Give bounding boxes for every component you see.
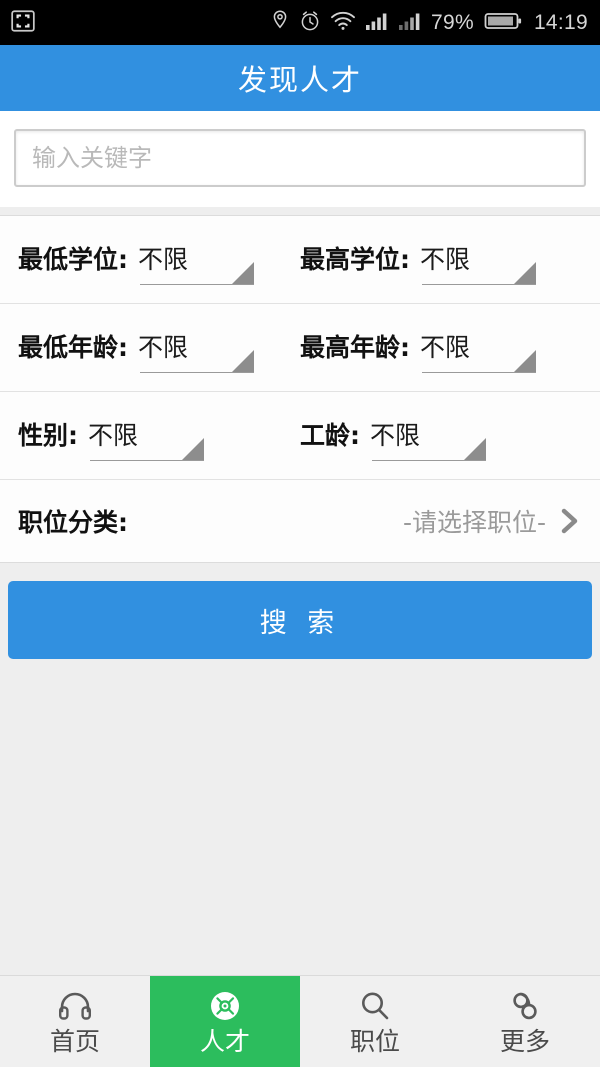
- search-input[interactable]: [14, 129, 586, 187]
- nav-label: 首页: [49, 1027, 100, 1056]
- page-title: 发现人才: [237, 63, 362, 97]
- status-bar-left: [10, 8, 36, 38]
- location-pin-icon: [270, 9, 290, 37]
- filter-row: 最低年龄: 不限 最高年龄: 不限: [0, 304, 600, 392]
- triangle-down-icon: [232, 349, 254, 372]
- select-underline: [140, 283, 254, 285]
- search-button-wrap: 搜 索: [0, 563, 600, 659]
- filter-label: 最低学位:: [18, 244, 128, 274]
- filter-label: 职位分类:: [18, 508, 128, 537]
- filter-row: 性别: 不限 工龄: 不限: [0, 392, 600, 480]
- more-infinity-icon: [508, 989, 542, 1023]
- select-underline: [140, 371, 254, 373]
- max-degree-select[interactable]: 不限: [420, 240, 536, 285]
- empty-results-area: [0, 659, 600, 975]
- filter-min-degree[interactable]: 最低学位: 不限: [18, 240, 300, 285]
- screenshot-capture-icon: [10, 8, 36, 38]
- nav-item-talent[interactable]: 人才: [150, 976, 300, 1067]
- chevron-right-icon: [556, 505, 582, 537]
- filter-card: 最低学位: 不限 最高学位: 不限 最低年龄: 不限 最高年龄: 不限 性别: …: [0, 215, 600, 563]
- triangle-down-icon: [232, 261, 254, 284]
- status-bar: 79% 14:19: [0, 0, 600, 45]
- battery-percent-label: 79%: [431, 11, 474, 34]
- triangle-down-icon: [464, 437, 486, 460]
- filter-row: 最低学位: 不限 最高学位: 不限: [0, 216, 600, 304]
- filter-label: 最低年龄:: [18, 332, 128, 362]
- clock-label: 14:19: [533, 11, 588, 34]
- main-content: 最低学位: 不限 最高学位: 不限 最低年龄:: [0, 111, 600, 975]
- filter-max-degree[interactable]: 最高学位: 不限: [300, 240, 582, 285]
- filter-work-years[interactable]: 工龄: 不限: [300, 416, 582, 461]
- search-panel: [0, 111, 600, 207]
- app-header: 发现人才: [0, 45, 600, 111]
- filter-max-age[interactable]: 最高年龄: 不限: [300, 328, 582, 373]
- nav-item-jobs[interactable]: 职位: [300, 976, 450, 1067]
- filter-label: 最高学位:: [300, 244, 410, 274]
- filter-job-category[interactable]: 职位分类: -请选择职位-: [0, 480, 600, 562]
- triangle-down-icon: [514, 261, 536, 284]
- signal-bars-sim2-icon: [398, 10, 422, 36]
- alarm-clock-icon: [299, 9, 321, 37]
- max-age-select[interactable]: 不限: [420, 328, 536, 373]
- status-bar-right: 79% 14:19: [270, 9, 588, 37]
- min-degree-select[interactable]: 不限: [138, 240, 254, 285]
- min-age-select[interactable]: 不限: [138, 328, 254, 373]
- select-underline: [422, 371, 536, 373]
- bottom-navigation: 首页 人才 职位 更多: [0, 975, 600, 1067]
- nav-label: 更多: [499, 1027, 550, 1056]
- filter-label: 最高年龄:: [300, 332, 410, 362]
- select-underline: [372, 459, 486, 461]
- talent-disc-icon: [207, 989, 243, 1023]
- filter-min-age[interactable]: 最低年龄: 不限: [18, 328, 300, 373]
- job-category-value: -请选择职位-: [402, 508, 546, 537]
- triangle-down-icon: [182, 437, 204, 460]
- signal-bars-icon: [365, 10, 389, 36]
- headphones-icon: [57, 989, 93, 1023]
- gender-select[interactable]: 不限: [88, 416, 204, 461]
- nav-label: 职位: [349, 1027, 400, 1056]
- work-years-select[interactable]: 不限: [370, 416, 486, 461]
- search-button[interactable]: 搜 索: [8, 581, 592, 659]
- filter-label: 工龄:: [300, 420, 360, 450]
- nav-label: 人才: [199, 1027, 250, 1056]
- nav-item-home[interactable]: 首页: [0, 976, 150, 1067]
- filter-gender[interactable]: 性别: 不限: [18, 416, 300, 461]
- select-underline: [422, 283, 536, 285]
- wifi-icon: [330, 10, 356, 36]
- filter-label: 性别:: [18, 420, 78, 450]
- triangle-down-icon: [514, 349, 536, 372]
- battery-icon: [483, 10, 523, 36]
- search-magnifier-icon: [357, 989, 393, 1023]
- nav-item-more[interactable]: 更多: [450, 976, 600, 1067]
- select-underline: [90, 459, 204, 461]
